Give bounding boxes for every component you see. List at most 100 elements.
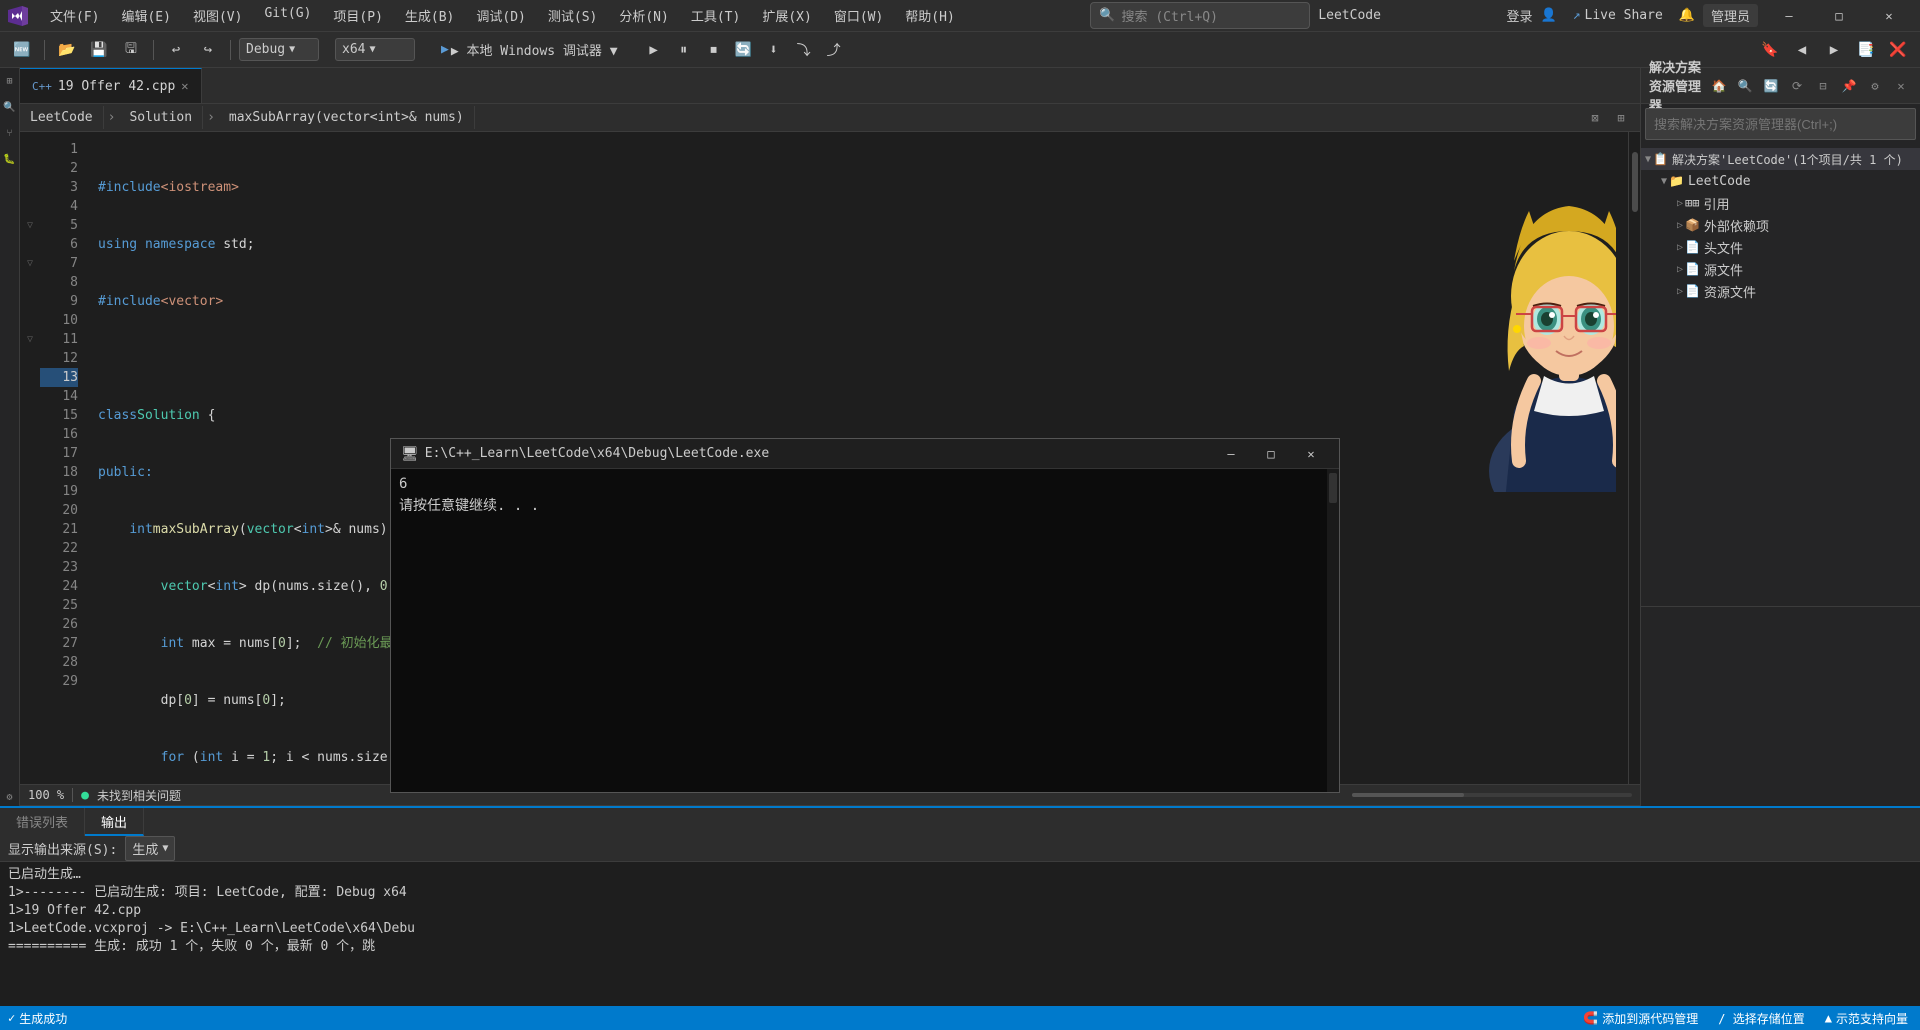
- panel-search-btn[interactable]: 🔍: [1734, 75, 1756, 97]
- left-activity-bar: ⊞ 🔍 ⑂ 🐛 ⚙: [0, 68, 20, 806]
- console-minimize[interactable]: —: [1213, 441, 1249, 467]
- toolbar-btn-2[interactable]: 💾: [85, 37, 113, 63]
- panel-home-btn[interactable]: 🏠: [1708, 75, 1730, 97]
- activity-icon-1[interactable]: ⊞: [1, 72, 19, 90]
- panel-close-btn[interactable]: ✕: [1890, 75, 1912, 97]
- right-panel: 解决方案资源管理器 🏠 🔍 🔄 ⟳ ⊟ 📌 ⚙ ✕ ▼ 📋 解决方案'LeetC…: [1640, 68, 1920, 806]
- continue-btn[interactable]: ▶: [640, 37, 668, 63]
- step-out[interactable]: ⤴: [820, 37, 848, 63]
- no-issues-label: 未找到相关问题: [97, 787, 181, 804]
- fold-5[interactable]: ▽: [20, 216, 40, 235]
- debug-config-chevron: ▼: [289, 44, 295, 55]
- toolbar-redo[interactable]: ↪: [194, 37, 222, 63]
- menu-window[interactable]: 窗口(W): [824, 2, 893, 29]
- editor-scrollbar[interactable]: [1628, 132, 1640, 784]
- restart-btn[interactable]: 🔄: [730, 37, 758, 63]
- tree-item-leetcode[interactable]: ▼ 📁 LeetCode: [1641, 170, 1920, 192]
- source-control-btn[interactable]: 🧲 添加到源代码管理: [1579, 1006, 1702, 1030]
- close-button[interactable]: ✕: [1866, 0, 1912, 32]
- tree-item-sources[interactable]: ▷ 📄 源文件: [1641, 258, 1920, 280]
- tree-item-headers[interactable]: ▷ 📄 头文件: [1641, 236, 1920, 258]
- panel-sync-btn[interactable]: ⟳: [1786, 75, 1808, 97]
- activity-icon-5[interactable]: ⚙: [1, 788, 19, 806]
- menu-build[interactable]: 生成(B): [395, 2, 464, 29]
- icon-leetcode: 📁: [1669, 174, 1684, 188]
- line-numbers: 1 2 3 4 5 6 7 8 9 10 11 12 13 14 15 16 1…: [40, 132, 90, 784]
- scrollbar-thumb[interactable]: [1632, 152, 1638, 212]
- menu-view[interactable]: 视图(V): [183, 2, 252, 29]
- menu-tools[interactable]: 工具(T): [681, 2, 750, 29]
- live-share-button[interactable]: ↗ Live Share: [1565, 4, 1671, 27]
- panel-refresh-btn[interactable]: 🔄: [1760, 75, 1782, 97]
- build-success-text: 生成成功: [19, 1010, 67, 1027]
- toolbar-btn-1[interactable]: 📂: [53, 37, 81, 63]
- menu-file[interactable]: 文件(F): [40, 2, 109, 29]
- step-over[interactable]: ⬇: [760, 37, 788, 63]
- editor-tab[interactable]: C++ 19 Offer 42.cpp ✕: [20, 68, 202, 103]
- toolbar-undo[interactable]: ↩: [162, 37, 190, 63]
- bookmark-btn[interactable]: 🔖: [1756, 37, 1784, 63]
- console-scrollbar[interactable]: [1327, 469, 1339, 792]
- fold-11[interactable]: ▽: [20, 330, 40, 349]
- menu-project[interactable]: 项目(P): [323, 2, 392, 29]
- tree-item-resources[interactable]: ▷ 📄 资源文件: [1641, 280, 1920, 302]
- bookmark-all[interactable]: 📑: [1852, 37, 1880, 63]
- zoom-level[interactable]: 100 %: [28, 788, 64, 802]
- tree-label-resources: 资源文件: [1704, 282, 1756, 301]
- source-icon: 🧲: [1583, 1011, 1598, 1025]
- menu-extensions[interactable]: 扩展(X): [752, 2, 821, 29]
- tree-item-external[interactable]: ▷ 📦 外部依赖项: [1641, 214, 1920, 236]
- activity-icon-2[interactable]: 🔍: [1, 98, 19, 116]
- panel-settings-btn[interactable]: ⚙: [1864, 75, 1886, 97]
- split-editor-btn[interactable]: ⊠: [1584, 107, 1606, 129]
- explorer-search-input[interactable]: [1645, 108, 1916, 140]
- breadcrumb-method[interactable]: maxSubArray(vector<int>& nums): [219, 106, 475, 129]
- menu-analyze[interactable]: 分析(N): [609, 2, 678, 29]
- breadcrumb-class[interactable]: Solution: [119, 106, 203, 129]
- toolbar-divider-3: [230, 40, 231, 60]
- breadcrumb-project[interactable]: LeetCode: [20, 106, 104, 129]
- menu-edit[interactable]: 编辑(E): [111, 2, 180, 29]
- panel-pin-btn[interactable]: 📌: [1838, 75, 1860, 97]
- toolbar-btn-0[interactable]: 🆕: [8, 37, 36, 63]
- console-close[interactable]: ✕: [1293, 441, 1329, 467]
- console-title-area: 🖥 E:\C++_Learn\LeetCode\x64\Debug\LeetCo…: [401, 446, 769, 462]
- bookmark-nav[interactable]: ◀: [1788, 37, 1816, 63]
- scroll-indicator[interactable]: [1352, 793, 1632, 797]
- bookmark-clear[interactable]: ❌: [1884, 37, 1912, 63]
- menu-git[interactable]: Git(G): [254, 2, 321, 29]
- menu-help[interactable]: 帮助(H): [895, 2, 964, 29]
- chevron-headers: ▷: [1677, 242, 1683, 253]
- tab-close-icon[interactable]: ✕: [181, 79, 188, 93]
- pause-btn[interactable]: ⏸: [670, 37, 698, 63]
- vector-btn[interactable]: ▲ 示范支持向量: [1821, 1006, 1912, 1030]
- tree-item-references[interactable]: ▷ ⊞⊞ 引用: [1641, 192, 1920, 214]
- toolbar-btn-3[interactable]: 🖫: [117, 37, 145, 63]
- platform-dropdown[interactable]: x64 ▼: [335, 38, 415, 61]
- step-into[interactable]: ⤵: [790, 37, 818, 63]
- tab-errors[interactable]: 错误列表: [0, 808, 85, 836]
- run-button[interactable]: ▶ ▶ 本地 Windows 调试器 ▼: [431, 37, 628, 62]
- output-source-dropdown[interactable]: 生成 ▼: [125, 836, 175, 861]
- menu-test[interactable]: 测试(S): [538, 2, 607, 29]
- tree-item-solution[interactable]: ▼ 📋 解决方案'LeetCode'(1个项目/共 1 个): [1641, 148, 1920, 170]
- login-button[interactable]: 登录: [1506, 6, 1532, 25]
- tab-output[interactable]: 输出: [85, 808, 144, 836]
- expand-btn[interactable]: ⊞: [1610, 107, 1632, 129]
- minimize-button[interactable]: —: [1766, 0, 1812, 32]
- icon-resources: 📄: [1685, 284, 1700, 298]
- save-location-btn[interactable]: / 选择存储位置: [1714, 1006, 1808, 1030]
- fold-8: [20, 273, 40, 292]
- activity-icon-4[interactable]: 🐛: [1, 150, 19, 168]
- bookmark-nav2[interactable]: ▶: [1820, 37, 1848, 63]
- fold-7[interactable]: ▽: [20, 254, 40, 273]
- tab-bar: C++ 19 Offer 42.cpp ✕: [20, 68, 1640, 104]
- menu-debug[interactable]: 调试(D): [466, 2, 535, 29]
- console-maximize[interactable]: □: [1253, 441, 1289, 467]
- debug-config-dropdown[interactable]: Debug ▼: [239, 38, 319, 61]
- panel-collapse-btn[interactable]: ⊟: [1812, 75, 1834, 97]
- search-container[interactable]: 🔍 搜索 (Ctrl+Q): [1090, 2, 1310, 29]
- stop-btn[interactable]: ⏹: [700, 37, 728, 63]
- maximize-button[interactable]: □: [1816, 0, 1862, 32]
- activity-icon-3[interactable]: ⑂: [1, 124, 19, 142]
